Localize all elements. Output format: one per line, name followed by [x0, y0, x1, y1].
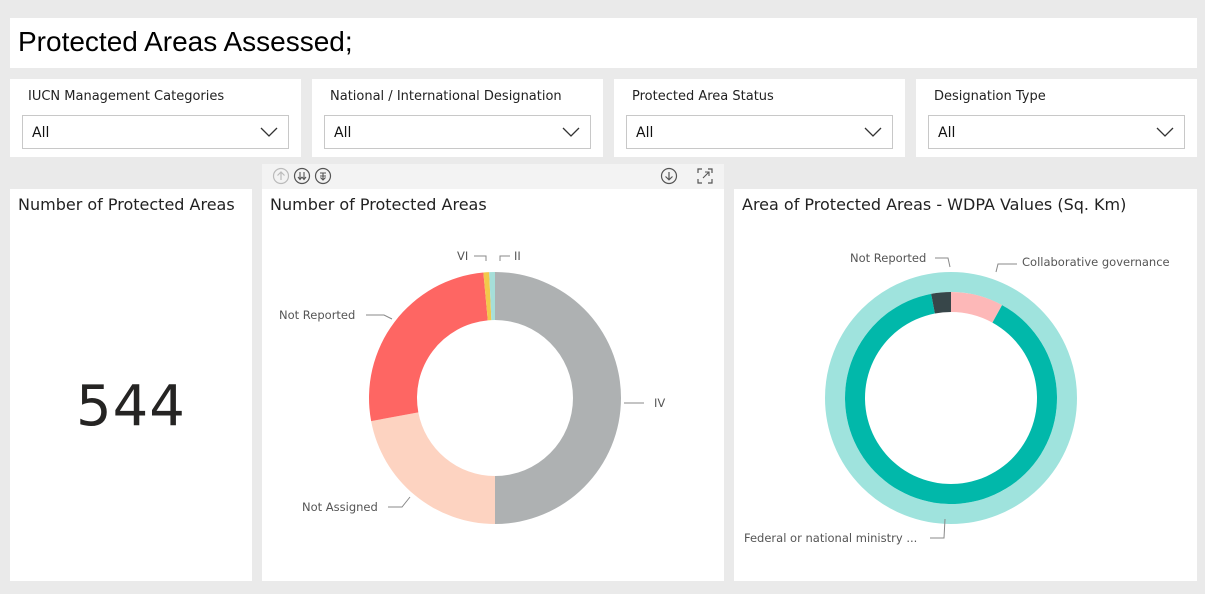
slicer-value: All: [32, 125, 50, 141]
chevron-down-icon: [260, 127, 278, 137]
drill-through-icon[interactable]: [314, 167, 332, 185]
leader-line: [366, 314, 393, 320]
drill-up-icon[interactable]: [272, 167, 290, 185]
title-panel: Protected Areas Assessed;: [10, 18, 1197, 68]
kpi-card: Number of Protected Areas 544: [10, 189, 252, 581]
slicer-dropdown[interactable]: All: [324, 115, 591, 149]
outer-ring: [825, 272, 1077, 524]
donut-chart-area: Area of Protected Areas - WDPA Values (S…: [734, 189, 1197, 581]
kpi-value: 544: [76, 374, 186, 439]
leader-line: [388, 496, 411, 508]
expand-all-down-icon[interactable]: [293, 167, 311, 185]
slicer-value: All: [636, 125, 654, 141]
slicer-dropdown[interactable]: All: [626, 115, 893, 149]
slicer-designation-type: Designation Type All: [916, 79, 1197, 157]
donut-chart-count: Number of Protected Areas VI II Not Repo…: [262, 189, 724, 581]
leader-line: [995, 263, 1017, 273]
donut-slice-iv[interactable]: [495, 272, 621, 524]
visual-header-toolbar: [262, 164, 724, 189]
label-not-assigned: Not Assigned: [302, 500, 378, 514]
donut-slice-not-reported[interactable]: [369, 272, 488, 422]
kpi-title: Number of Protected Areas: [18, 195, 235, 214]
label-not-reported: Not Reported: [279, 308, 355, 322]
leader-line: [935, 257, 951, 268]
slicer-value: All: [938, 125, 956, 141]
leader-line: [474, 255, 487, 261]
slicer-label: National / International Designation: [330, 89, 562, 104]
chevron-down-icon: [1156, 127, 1174, 137]
label-federal: Federal or national ministry ...: [744, 531, 917, 545]
download-icon[interactable]: [660, 167, 678, 185]
slicer-designation: National / International Designation All: [312, 79, 603, 157]
label-not-reported: Not Reported: [850, 251, 926, 265]
label-iv: IV: [654, 396, 665, 410]
slicer-label: Protected Area Status: [632, 89, 774, 104]
slicer-iucn-categories: IUCN Management Categories All: [10, 79, 301, 157]
donut-slice-federal-or-national-ministry[interactable]: [845, 293, 1057, 504]
label-ii: II: [514, 249, 521, 263]
donut-chart-area-svg: Not Reported Collaborative governance Fe…: [744, 251, 1170, 545]
label-collaborative: Collaborative governance: [1022, 255, 1170, 269]
chevron-down-icon: [864, 127, 882, 137]
slicer-dropdown[interactable]: All: [22, 115, 289, 149]
slicer-label: Designation Type: [934, 89, 1046, 104]
page-title: Protected Areas Assessed;: [18, 26, 353, 57]
donut-chart-count-svg: VI II Not Reported IV Not Assigned: [279, 249, 665, 524]
label-vi: VI: [457, 249, 468, 263]
slicer-label: IUCN Management Categories: [28, 89, 225, 104]
slicer-dropdown[interactable]: All: [928, 115, 1185, 149]
chevron-down-icon: [562, 127, 580, 137]
focus-mode-icon[interactable]: [696, 167, 714, 185]
leader-line: [499, 255, 510, 261]
slicer-area-status: Protected Area Status All: [614, 79, 905, 157]
slicer-value: All: [334, 125, 352, 141]
